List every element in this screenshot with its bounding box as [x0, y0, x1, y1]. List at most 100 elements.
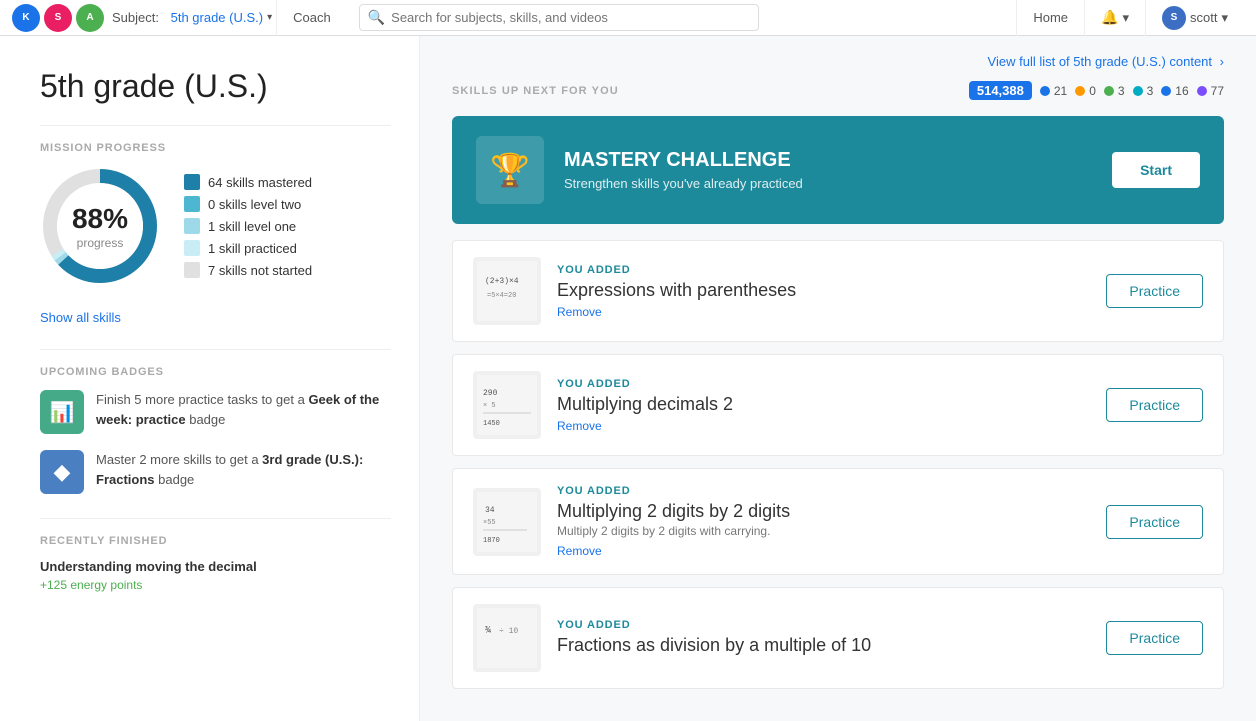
svg-text:(2+3)×4: (2+3)×4	[485, 277, 519, 286]
avatar-group: K S A	[12, 4, 104, 32]
skill-name: Fractions as division by a multiple of 1…	[557, 635, 1090, 656]
nav-right: Home 🔔 ▾ S scott ▾	[1016, 0, 1244, 36]
legend-label-level-one: 1 skill level one	[208, 219, 296, 234]
coach-button[interactable]: Coach	[276, 0, 347, 36]
sidebar: 5th grade (U.S.) MISSION PROGRESS	[0, 36, 420, 721]
legend-label-not-started: 7 skills not started	[208, 263, 312, 278]
avatar-3[interactable]: A	[76, 4, 104, 32]
badge-text: Finish 5 more practice tasks to get a Ge…	[96, 390, 391, 429]
mastery-title: MASTERY CHALLENGE	[564, 149, 1092, 172]
legend-color-level-two	[184, 196, 200, 212]
divider	[40, 349, 391, 350]
badge-icon-fractions: ◆	[40, 450, 84, 494]
you-added-label: YOU ADDED	[557, 264, 1090, 276]
svg-text:× 5: × 5	[483, 402, 496, 410]
badge-prefix-1: Finish 5 more practice tasks to get a	[96, 392, 308, 407]
stat-item-5: 16	[1161, 84, 1188, 98]
chevron-down-icon: ▾	[267, 12, 272, 23]
recently-finished-points: +125 energy points	[40, 578, 391, 592]
practice-button[interactable]: Practice	[1106, 505, 1203, 539]
subject-value[interactable]: 5th grade (U.S.)	[171, 10, 264, 25]
svg-text:÷ 10: ÷ 10	[499, 627, 518, 636]
energy-badge: 514,388	[969, 81, 1032, 100]
search-input[interactable]	[391, 10, 750, 25]
remove-skill-link[interactable]: Remove	[557, 305, 602, 319]
remove-skill-link[interactable]: Remove	[557, 419, 602, 433]
dot-icon-2	[1075, 86, 1085, 96]
skill-thumbnail-4: ¾ ÷ 10	[473, 604, 541, 672]
skills-header: SKILLS UP NEXT FOR YOU 514,388 21 0 3	[452, 81, 1224, 100]
mastery-trophy-icon: 🏆	[476, 136, 544, 204]
page-layout: 5th grade (U.S.) MISSION PROGRESS	[0, 36, 1256, 721]
svg-text:290: 290	[483, 389, 498, 398]
legend-item: 64 skills mastered	[184, 174, 312, 190]
skill-thumbnail-1: (2+3)×4 =5×4=20	[473, 257, 541, 325]
stat-val-6: 77	[1211, 84, 1224, 98]
legend-label-mastered: 64 skills mastered	[208, 175, 312, 190]
divider	[40, 518, 391, 519]
legend-color-mastered	[184, 174, 200, 190]
practice-button[interactable]: Practice	[1106, 621, 1203, 655]
progress-legend: 64 skills mastered 0 skills level two 1 …	[184, 174, 312, 278]
stat-val-3: 3	[1118, 84, 1125, 98]
you-added-label: YOU ADDED	[557, 485, 1090, 497]
mastery-text: MASTERY CHALLENGE Strengthen skills you'…	[564, 149, 1092, 191]
badge-item: ◆ Master 2 more skills to get a 3rd grad…	[40, 450, 391, 494]
dot-icon-3	[1104, 86, 1114, 96]
subject-selector[interactable]: Subject: 5th grade (U.S.) ▾	[112, 10, 272, 25]
stat-item-2: 0	[1075, 84, 1096, 98]
svg-text:¾: ¾	[485, 625, 491, 637]
chevron-down-icon: ▾	[1221, 10, 1228, 26]
skill-info: YOU ADDED Multiplying decimals 2 Remove	[557, 378, 1090, 433]
avatar-1[interactable]: K	[12, 4, 40, 32]
page-title: 5th grade (U.S.)	[40, 68, 391, 105]
recently-finished-title: Understanding moving the decimal	[40, 559, 391, 574]
skill-thumbnail-3: 34 ×55 1870	[473, 488, 541, 556]
home-button[interactable]: Home	[1016, 0, 1084, 36]
notifications-button[interactable]: 🔔 ▾	[1084, 0, 1145, 36]
dot-icon-1	[1040, 86, 1050, 96]
user-name: scott	[1190, 10, 1217, 25]
badge-suffix-1: badge	[186, 412, 226, 427]
arrow-icon: ›	[1220, 54, 1224, 69]
legend-color-level-one	[184, 218, 200, 234]
search-bar[interactable]: 🔍	[359, 4, 759, 31]
badge-item: 📊 Finish 5 more practice tasks to get a …	[40, 390, 391, 434]
bell-icon: 🔔	[1101, 9, 1118, 26]
progress-label: progress	[72, 236, 128, 250]
mastery-start-button[interactable]: Start	[1112, 152, 1200, 188]
practice-button[interactable]: Practice	[1106, 274, 1203, 308]
skill-name: Multiplying 2 digits by 2 digits	[557, 501, 1090, 522]
badge-text: Master 2 more skills to get a 3rd grade …	[96, 450, 391, 489]
mastery-subtitle: Strengthen skills you've already practic…	[564, 176, 1092, 191]
skill-name: Multiplying decimals 2	[557, 394, 1090, 415]
progress-donut: 88% progress	[40, 166, 160, 286]
skills-stats: 514,388 21 0 3 3	[969, 81, 1224, 100]
skill-thumbnail-2: 290 × 5 1450	[473, 371, 541, 439]
mastery-challenge-card: 🏆 MASTERY CHALLENGE Strengthen skills yo…	[452, 116, 1224, 224]
view-full-list-text: View full list of 5th grade (U.S.) conte…	[988, 54, 1212, 69]
legend-item: 1 skill level one	[184, 218, 312, 234]
practice-button[interactable]: Practice	[1106, 388, 1203, 422]
skill-info: YOU ADDED Fractions as division by a mul…	[557, 619, 1090, 658]
legend-item: 7 skills not started	[184, 262, 312, 278]
dot-icon-4	[1133, 86, 1143, 96]
skill-card: ¾ ÷ 10 YOU ADDED Fractions as division b…	[452, 587, 1224, 689]
badge-list: 📊 Finish 5 more practice tasks to get a …	[40, 390, 391, 494]
skill-info: YOU ADDED Expressions with parentheses R…	[557, 264, 1090, 319]
legend-label-practiced: 1 skill practiced	[208, 241, 297, 256]
skills-up-label: SKILLS UP NEXT FOR YOU	[452, 85, 619, 97]
svg-text:1870: 1870	[483, 537, 500, 545]
badge-prefix-2: Master 2 more skills to get a	[96, 452, 262, 467]
remove-skill-link[interactable]: Remove	[557, 544, 602, 558]
skill-info: YOU ADDED Multiplying 2 digits by 2 digi…	[557, 485, 1090, 558]
view-full-list-link[interactable]: View full list of 5th grade (U.S.) conte…	[452, 36, 1224, 81]
badge-suffix-2: badge	[155, 472, 195, 487]
avatar-2[interactable]: S	[44, 4, 72, 32]
stat-item-1: 21	[1040, 84, 1067, 98]
show-all-skills-link[interactable]: Show all skills	[40, 310, 391, 325]
user-menu-button[interactable]: S scott ▾	[1145, 0, 1244, 36]
donut-center: 88% progress	[72, 202, 128, 250]
stat-val-2: 0	[1089, 84, 1096, 98]
legend-color-not-started	[184, 262, 200, 278]
